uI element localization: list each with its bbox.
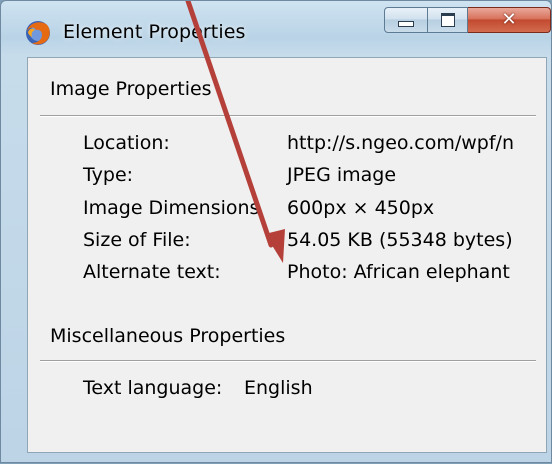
misc-properties-heading: Miscellaneous Properties: [50, 325, 286, 347]
maximize-button[interactable]: [428, 7, 468, 33]
properties-panel: Image Properties Location: http://s.ngeo…: [27, 57, 547, 453]
alternate-text-value[interactable]: Photo: African elephant: [287, 261, 510, 283]
image-dimensions-label: Image Dimensions: [83, 197, 260, 219]
caption-buttons: ✕: [384, 7, 551, 33]
maximize-icon: [440, 13, 455, 27]
location-label: Location:: [83, 132, 170, 154]
location-value[interactable]: http://s.ngeo.com/wpf/n: [287, 132, 514, 154]
type-value[interactable]: JPEG image: [287, 164, 396, 186]
alternate-text-label: Alternate text:: [83, 261, 221, 283]
file-size-label: Size of File:: [83, 229, 191, 251]
close-icon: ✕: [501, 9, 517, 30]
image-dimensions-value[interactable]: 600px × 450px: [287, 197, 434, 219]
image-properties-heading: Image Properties: [50, 78, 212, 100]
type-label: Type:: [83, 164, 134, 186]
minimize-button[interactable]: [384, 7, 428, 33]
firefox-icon: [26, 21, 50, 45]
text-language-value[interactable]: English: [244, 377, 313, 399]
window-title: Element Properties: [63, 21, 246, 43]
close-button[interactable]: ✕: [468, 7, 551, 33]
minimize-icon: [398, 21, 414, 27]
image-properties-separator: [40, 115, 536, 117]
text-language-label: Text language:: [83, 377, 223, 399]
title-bar[interactable]: Element Properties ✕: [1, 1, 551, 55]
misc-properties-separator: [40, 360, 536, 362]
element-properties-window: Element Properties ✕ Image Properties Lo…: [0, 0, 552, 463]
file-size-value[interactable]: 54.05 KB (55348 bytes): [287, 229, 513, 251]
